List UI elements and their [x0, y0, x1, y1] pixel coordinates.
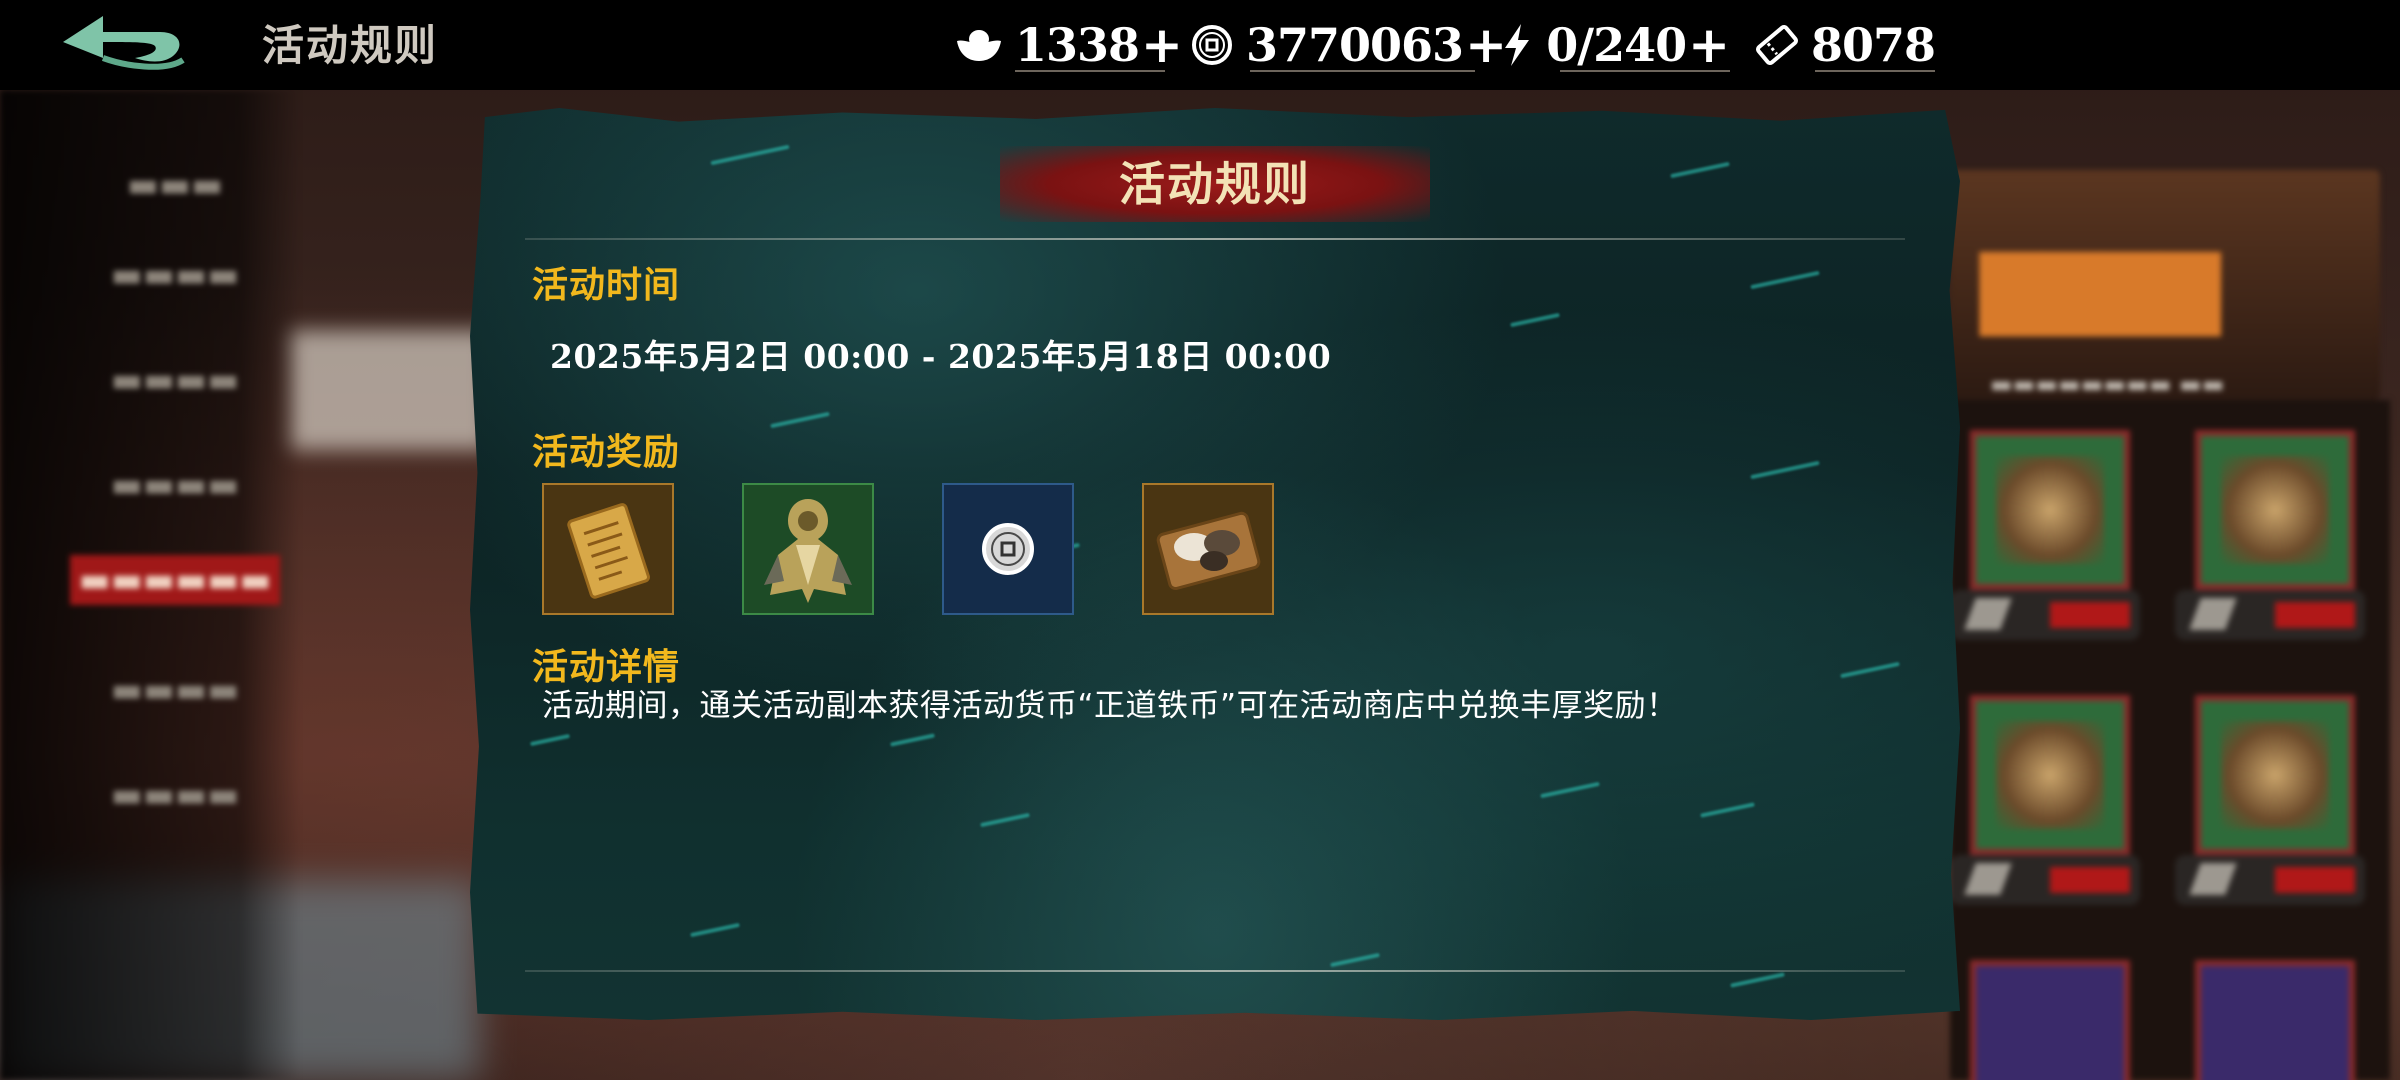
back-arrow-icon — [63, 16, 185, 70]
reward-item-warrior[interactable] — [742, 483, 874, 615]
background-scenery — [290, 330, 490, 450]
page-title: 活动规则 — [262, 21, 439, 70]
currency-coin[interactable]: 3770063 + — [1190, 14, 1507, 76]
shop-item — [2195, 430, 2355, 590]
rules-panel: 活动规则 活动时间 2025年5月2日 00:00 - 2025年5月18日 0… — [470, 108, 1960, 1020]
side-menu-item: ▬▬▬▬ — [110, 255, 240, 295]
time-heading: 活动时间 — [532, 264, 681, 306]
top-bar: 活动规则 1338 + 3770063 + 0/240 + 8078 — [0, 0, 2400, 90]
currency-value: 3770063 — [1246, 18, 1464, 72]
currency-stamina[interactable]: 0/240 + — [1500, 14, 1730, 76]
rewards-heading: 活动奖励 — [532, 431, 681, 473]
silver-ingot-icon — [955, 19, 1003, 71]
background-shop: ▇▇▇▇ ▬▬▬▬▬▬▬▬ ▬▬ — [1930, 150, 2400, 1080]
currency-ticket[interactable]: 8078 — [1755, 14, 1936, 76]
shop-banner-sub: ▬▬▬▬▬▬▬▬ ▬▬ — [1990, 370, 2225, 398]
add-currency-icon[interactable]: + — [1141, 20, 1183, 70]
currency-value: 1338 — [1015, 18, 1140, 72]
reward-item-scroll[interactable] — [542, 483, 674, 615]
shop-banner: ▇▇▇▇ ▬▬▬▬▬▬▬▬ ▬▬ — [1950, 170, 2380, 400]
shop-item — [1970, 430, 2130, 590]
add-currency-icon[interactable]: + — [1688, 20, 1730, 70]
shop-item — [1970, 960, 2130, 1080]
side-menu-item: ▬▬▬▬ — [110, 670, 240, 710]
game-screen: ▬▬▬ ▬▬▬▬ ▬▬▬▬ ▬▬▬▬ ▬▬▬▬▬▬ ▬▬▬▬ ▬▬▬▬ ▇▇▇▇… — [0, 0, 2400, 1080]
side-menu-item-active: ▬▬▬▬▬▬ — [70, 555, 280, 605]
shop-price — [1950, 590, 2140, 640]
lightning-icon — [1500, 19, 1534, 71]
side-menu-item: ▬▬▬▬ — [110, 360, 240, 400]
currency-silver[interactable]: 1338 + — [955, 14, 1183, 76]
reward-item-coin[interactable] — [942, 483, 1074, 615]
side-menu-item: ▬▬▬▬ — [110, 465, 240, 505]
shop-banner-art: ▇▇▇▇ — [1980, 240, 2220, 336]
currency-value: 8078 — [1811, 18, 1936, 72]
mushroom-plate-icon — [1156, 511, 1261, 591]
shop-price — [1950, 855, 2140, 905]
side-menu-item: ▬▬▬▬ — [110, 775, 240, 815]
shop-item — [1970, 695, 2130, 855]
warrior-figure-icon — [764, 499, 852, 603]
coin-icon — [1190, 19, 1234, 71]
divider — [525, 970, 1905, 972]
time-value: 2025年5月2日 00:00 - 2025年5月18日 00:00 — [550, 337, 1332, 376]
scroll-icon — [567, 503, 650, 599]
shop-item — [2195, 960, 2355, 1080]
back-button[interactable] — [55, 12, 190, 78]
coin-icon — [982, 523, 1034, 575]
shop-price — [2175, 855, 2365, 905]
background-side-menu: ▬▬▬ ▬▬▬▬ ▬▬▬▬ ▬▬▬▬ ▬▬▬▬▬▬ ▬▬▬▬ ▬▬▬▬ — [0, 90, 300, 1080]
divider — [525, 238, 1905, 240]
ticket-icon — [1755, 19, 1799, 71]
reward-item-mushroom[interactable] — [1142, 483, 1274, 615]
side-menu-item: ▬▬▬ — [126, 165, 224, 205]
shop-item — [2195, 695, 2355, 855]
details-text: 活动期间，通关活动副本获得活动货币“正道铁币”可在活动商店中兑换丰厚奖励！ — [542, 688, 1678, 724]
panel-title: 活动规则 — [1119, 157, 1311, 211]
currency-value: 0/240 — [1546, 18, 1687, 72]
shop-price — [2175, 590, 2365, 640]
